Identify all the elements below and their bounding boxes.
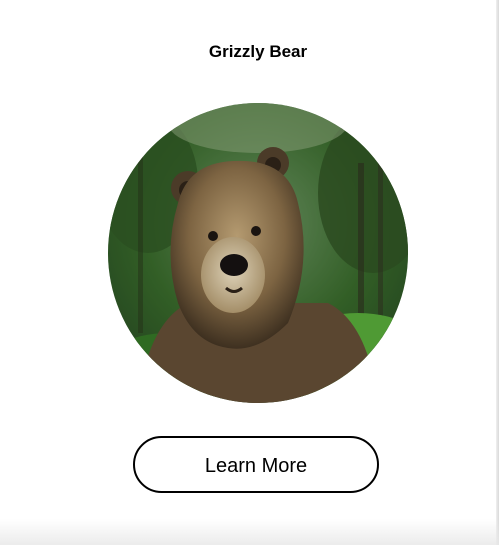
bottom-shadow	[0, 519, 499, 545]
bear-photo-illustration	[108, 103, 408, 403]
bear-card: Grizzly Bear Learn More	[0, 0, 499, 545]
grizzly-bear-image	[108, 103, 408, 403]
learn-more-button[interactable]: Learn More	[133, 436, 379, 493]
card-title: Grizzly Bear	[208, 42, 308, 61]
